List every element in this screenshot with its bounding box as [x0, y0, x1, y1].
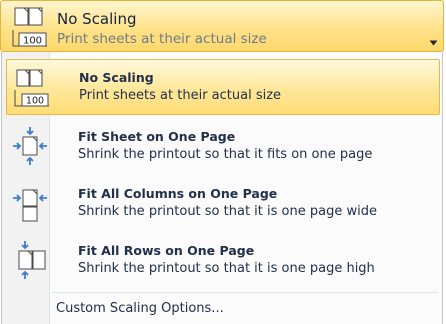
menu-item-title: Fit All Columns on One Page [78, 186, 278, 201]
fit-columns-icon [10, 184, 50, 224]
menu-item-fit-rows[interactable]: Fit All Rows on One Page Shrink the prin… [6, 233, 440, 289]
custom-scaling-options-item[interactable]: Custom Scaling Options... [52, 297, 442, 321]
menu-item-no-scaling[interactable]: 100 No Scaling Print sheets at their act… [6, 59, 440, 115]
menu-item-description: Print sheets at their actual size [79, 88, 282, 103]
fit-rows-icon [10, 241, 50, 281]
menu-item-title: Fit All Rows on One Page [78, 243, 255, 258]
scaling-dropdown[interactable]: 100 No Scaling Print sheets at their act… [0, 0, 444, 52]
scaling-menu: 100 No Scaling Print sheets at their act… [1, 52, 443, 324]
menu-separator [52, 292, 438, 293]
menu-item-title: No Scaling [79, 70, 154, 85]
dropdown-selected-title: No Scaling [57, 10, 137, 28]
dropdown-selected-description: Print sheets at their actual size [57, 31, 267, 47]
fit-sheet-icon [10, 127, 50, 167]
custom-scaling-options-label: Custom Scaling Options... [56, 301, 224, 316]
zoom-badge: 100 [23, 36, 42, 47]
menu-item-title: Fit Sheet on One Page [78, 129, 236, 144]
menu-item-description: Shrink the printout so that it is one pa… [78, 204, 377, 219]
menu-item-description: Shrink the printout so that it is one pa… [78, 261, 375, 276]
zoom-badge: 100 [26, 96, 44, 107]
menu-item-description: Shrink the printout so that it fits on o… [78, 147, 373, 162]
no-scaling-icon: 100 [7, 6, 51, 48]
dropdown-arrow-icon[interactable] [429, 31, 438, 46]
menu-item-fit-columns[interactable]: Fit All Columns on One Page Shrink the p… [6, 176, 440, 232]
no-scaling-icon: 100 [11, 68, 51, 108]
menu-item-fit-sheet[interactable]: Fit Sheet on One Page Shrink the printou… [6, 119, 440, 175]
